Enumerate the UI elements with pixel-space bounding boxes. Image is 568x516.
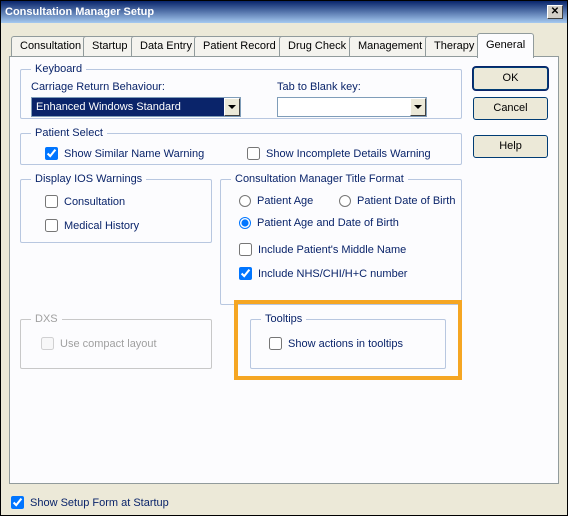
group-keyboard-legend: Keyboard: [31, 63, 86, 75]
radio-patient-dob-input[interactable]: [339, 195, 351, 207]
radio-patient-age-label: Patient Age: [257, 195, 313, 207]
chk-show-setup-startup[interactable]: Show Setup Form at Startup: [11, 496, 169, 509]
radio-patient-age-input[interactable]: [239, 195, 251, 207]
carriage-dropdown-button[interactable]: [224, 98, 240, 116]
radio-patient-both-input[interactable]: [239, 217, 251, 229]
tab-blank-dropdown-button[interactable]: [410, 98, 426, 116]
tab-panel-general: Keyboard Carriage Return Behaviour: Enha…: [9, 56, 559, 484]
tab-patient-record[interactable]: Patient Record: [194, 36, 285, 57]
group-tooltips-legend: Tooltips: [261, 313, 306, 325]
carriage-label: Carriage Return Behaviour:: [31, 81, 165, 93]
tab-startup[interactable]: Startup: [83, 36, 136, 57]
chk-similar-name[interactable]: Show Similar Name Warning: [45, 147, 204, 160]
chevron-down-icon: [228, 105, 236, 109]
chk-compact-layout: Use compact layout: [41, 337, 157, 350]
chk-show-actions[interactable]: Show actions in tooltips: [269, 337, 403, 350]
chk-show-actions-label: Show actions in tooltips: [288, 338, 403, 350]
chk-nhs-number[interactable]: Include NHS/CHI/H+C number: [239, 267, 407, 280]
tab-drug-check[interactable]: Drug Check: [279, 36, 355, 57]
group-title-format: Consultation Manager Title Format Patien…: [220, 173, 462, 305]
carriage-value: Enhanced Windows Standard: [32, 101, 224, 113]
chk-show-setup-startup-label: Show Setup Form at Startup: [30, 497, 169, 509]
chk-ios-consultation-label: Consultation: [64, 196, 125, 208]
group-ios-legend: Display IOS Warnings: [31, 173, 146, 185]
tab-strip: Consultation Startup Data Entry Patient …: [11, 33, 559, 57]
radio-patient-dob[interactable]: Patient Date of Birth: [339, 195, 455, 207]
chk-ios-consultation-box[interactable]: [45, 195, 58, 208]
radio-patient-dob-label: Patient Date of Birth: [357, 195, 455, 207]
window-title: Consultation Manager Setup: [5, 6, 547, 18]
group-patient-select-legend: Patient Select: [31, 127, 107, 139]
group-tooltips: Tooltips Show actions in tooltips: [250, 313, 446, 369]
chk-ios-medical-box[interactable]: [45, 219, 58, 232]
chk-incomplete-details[interactable]: Show Incomplete Details Warning: [247, 147, 431, 160]
group-dxs: DXS Use compact layout: [20, 313, 212, 369]
titlebar: Consultation Manager Setup ✕: [1, 1, 567, 23]
chk-ios-medical-label: Medical History: [64, 220, 139, 232]
client-area: Consultation Startup Data Entry Patient …: [1, 23, 567, 515]
group-title-format-legend: Consultation Manager Title Format: [231, 173, 408, 185]
chk-compact-layout-label: Use compact layout: [60, 338, 157, 350]
chk-similar-name-box[interactable]: [45, 147, 58, 160]
chk-middle-name-label: Include Patient's Middle Name: [258, 244, 406, 256]
close-button[interactable]: ✕: [547, 5, 563, 19]
tab-therapy[interactable]: Therapy: [425, 36, 483, 57]
group-dxs-legend: DXS: [31, 313, 62, 325]
dialog-window: Consultation Manager Setup ✕ Consultatio…: [0, 0, 568, 516]
chevron-down-icon: [414, 105, 422, 109]
ok-button[interactable]: OK: [473, 67, 548, 90]
tab-consultation[interactable]: Consultation: [11, 36, 90, 57]
group-keyboard: Keyboard Carriage Return Behaviour: Enha…: [20, 63, 462, 119]
tab-general[interactable]: General: [477, 33, 534, 58]
tab-management[interactable]: Management: [349, 36, 431, 57]
chk-incomplete-details-box[interactable]: [247, 147, 260, 160]
help-button[interactable]: Help: [473, 135, 548, 158]
chk-nhs-number-label: Include NHS/CHI/H+C number: [258, 268, 407, 280]
radio-patient-both-label: Patient Age and Date of Birth: [257, 217, 399, 229]
chk-nhs-number-box[interactable]: [239, 267, 252, 280]
group-ios-warnings: Display IOS Warnings Consultation Medica…: [20, 173, 212, 243]
chk-show-actions-box[interactable]: [269, 337, 282, 350]
chk-compact-layout-box: [41, 337, 54, 350]
chk-incomplete-details-label: Show Incomplete Details Warning: [266, 148, 431, 160]
cancel-button[interactable]: Cancel: [473, 97, 548, 120]
chk-show-setup-startup-box[interactable]: [11, 496, 24, 509]
radio-patient-age[interactable]: Patient Age: [239, 195, 313, 207]
carriage-select[interactable]: Enhanced Windows Standard: [31, 97, 241, 117]
chk-middle-name[interactable]: Include Patient's Middle Name: [239, 243, 406, 256]
chk-middle-name-box[interactable]: [239, 243, 252, 256]
tab-blank-label: Tab to Blank key:: [277, 81, 361, 93]
chk-similar-name-label: Show Similar Name Warning: [64, 148, 204, 160]
chk-ios-consultation[interactable]: Consultation: [45, 195, 125, 208]
tab-data-entry[interactable]: Data Entry: [131, 36, 201, 57]
group-patient-select: Patient Select Show Similar Name Warning…: [20, 127, 462, 165]
chk-ios-medical[interactable]: Medical History: [45, 219, 139, 232]
radio-patient-both[interactable]: Patient Age and Date of Birth: [239, 217, 399, 229]
tab-blank-select[interactable]: [277, 97, 427, 117]
